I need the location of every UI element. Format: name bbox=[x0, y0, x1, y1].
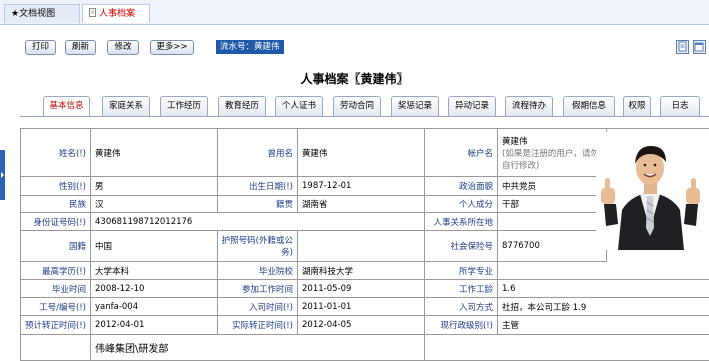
planned-regular-value: 2012-04-01 bbox=[91, 316, 218, 335]
origin-label: 籍贯 bbox=[218, 196, 298, 213]
tab-family[interactable]: 家庭关系 bbox=[102, 96, 150, 116]
tab-document-view[interactable]: ★文档视图 bbox=[4, 4, 80, 23]
join-method-label: 入司方式 bbox=[425, 298, 498, 316]
ethnic-label: 民族 bbox=[21, 196, 91, 213]
birth-label: 出生日期(!) bbox=[218, 177, 298, 196]
education-label: 最高学历(!) bbox=[21, 262, 91, 280]
refresh-button[interactable]: 刷新 bbox=[65, 40, 96, 55]
ethnic-value: 汉 bbox=[91, 196, 218, 213]
sidebar-toggle-handle[interactable] bbox=[0, 150, 5, 200]
social-insurance-label: 社会保险号 bbox=[425, 231, 498, 262]
export-icon[interactable] bbox=[676, 40, 689, 54]
rank-label: 现行政级别(!) bbox=[425, 316, 498, 335]
tab-contract[interactable]: 劳动合同 bbox=[333, 96, 381, 116]
gender-label: 性别(!) bbox=[21, 177, 91, 196]
graduation-label: 毕业时间 bbox=[21, 280, 91, 298]
nationality-label: 国籍 bbox=[21, 231, 91, 262]
school-label: 毕业院校 bbox=[218, 262, 298, 280]
department-extra-cell bbox=[425, 335, 709, 361]
hr-location-label: 人事关系所在地 bbox=[425, 213, 498, 231]
employee-number-label: 工号/编号(!) bbox=[21, 298, 91, 316]
tab-log[interactable]: 日志 bbox=[660, 96, 700, 116]
serial-number-badge: 流水号：黄建伟 bbox=[216, 40, 284, 54]
tab-personnel-file[interactable]: 人事档案 bbox=[82, 4, 150, 23]
tab-certificates[interactable]: 个人证书 bbox=[275, 96, 323, 116]
tab-rewards[interactable]: 奖惩记录 bbox=[391, 96, 439, 116]
politics-value: 中共党员 bbox=[498, 177, 607, 196]
tab-pending-flows[interactable]: 流程待办 bbox=[505, 96, 553, 116]
name-label: 姓名(!) bbox=[21, 129, 91, 177]
passport-value bbox=[298, 231, 425, 262]
work-start-label: 参加工作时间 bbox=[218, 280, 298, 298]
education-value: 大学本科 bbox=[91, 262, 218, 280]
join-date-label: 入司时间(!) bbox=[218, 298, 298, 316]
tab-education[interactable]: 教育经历 bbox=[218, 96, 266, 116]
major-value bbox=[498, 262, 709, 280]
department-label-cell bbox=[21, 335, 91, 361]
account-hint: (如果是注册的用户，请勿自行修改) bbox=[502, 148, 599, 171]
document-icon bbox=[89, 6, 97, 17]
former-name-value: 黄建伟 bbox=[298, 129, 425, 177]
politics-label: 政治面貌 bbox=[425, 177, 498, 196]
tab-basic-info[interactable]: 基本信息 bbox=[43, 96, 90, 116]
department-value: 伟峰集团\研发部 bbox=[91, 335, 425, 361]
top-tab-bar: ★文档视图 人事档案 bbox=[0, 0, 709, 25]
planned-regular-label: 预计转正时间(!) bbox=[21, 316, 91, 335]
school-value: 湖南科技大学 bbox=[298, 262, 425, 280]
tab-permissions[interactable]: 权限 bbox=[623, 96, 651, 116]
actual-regular-label: 实际转正时间(!) bbox=[218, 316, 298, 335]
seniority-label: 工作工龄 bbox=[425, 280, 498, 298]
window-icon[interactable] bbox=[693, 40, 706, 54]
account-cell: 黄建伟 (如果是注册的用户，请勿自行修改) bbox=[498, 129, 607, 177]
status-value: 干部 bbox=[498, 196, 607, 213]
id-card-value: 430681198712012176 bbox=[91, 213, 425, 231]
actual-regular-value: 2012-04-05 bbox=[298, 316, 425, 335]
employee-number-value: yanfa-004 bbox=[91, 298, 218, 316]
hr-location-value bbox=[498, 213, 607, 231]
join-method-value: 社招，本公司工龄 1.9 bbox=[498, 298, 709, 316]
print-button[interactable]: 打印 bbox=[25, 40, 56, 55]
account-label: 帐户名 bbox=[425, 129, 498, 177]
former-name-label: 曾用名 bbox=[218, 129, 298, 177]
tab-leave[interactable]: 假期信息 bbox=[563, 96, 615, 116]
work-start-value: 2011-05-09 bbox=[298, 280, 425, 298]
status-label: 个人成分 bbox=[425, 196, 498, 213]
tab-underline bbox=[20, 116, 709, 117]
major-label: 所学专业 bbox=[425, 262, 498, 280]
seniority-value: 1.6 bbox=[498, 280, 709, 298]
id-card-label: 身份证号码(!) bbox=[21, 213, 91, 231]
origin-value: 湖南省 bbox=[298, 196, 425, 213]
edit-button[interactable]: 修改 bbox=[107, 40, 139, 55]
join-date-value: 2011-01-01 bbox=[298, 298, 425, 316]
tab-transfers[interactable]: 异动记录 bbox=[448, 96, 496, 116]
gender-value: 男 bbox=[91, 177, 218, 196]
social-insurance-value: 8776700 bbox=[498, 231, 607, 262]
passport-label: 护照号码(外籍或公务) bbox=[218, 231, 298, 262]
rank-value: 主管 bbox=[498, 316, 709, 335]
page-title: 人事档案〖黄建伟〗 bbox=[300, 72, 409, 86]
tab-work-history[interactable]: 工作经历 bbox=[160, 96, 208, 116]
nationality-value: 中国 bbox=[91, 231, 218, 262]
tab-personnel-file-label: 人事档案 bbox=[99, 9, 136, 19]
graduation-value: 2008-12-10 bbox=[91, 280, 218, 298]
more-button[interactable]: 更多>> bbox=[150, 40, 194, 55]
name-value: 黄建伟 bbox=[91, 129, 218, 177]
employee-photo[interactable] bbox=[596, 132, 705, 250]
account-value: 黄建伟 bbox=[502, 136, 528, 147]
birth-value: 1987-12-01 bbox=[298, 177, 425, 196]
